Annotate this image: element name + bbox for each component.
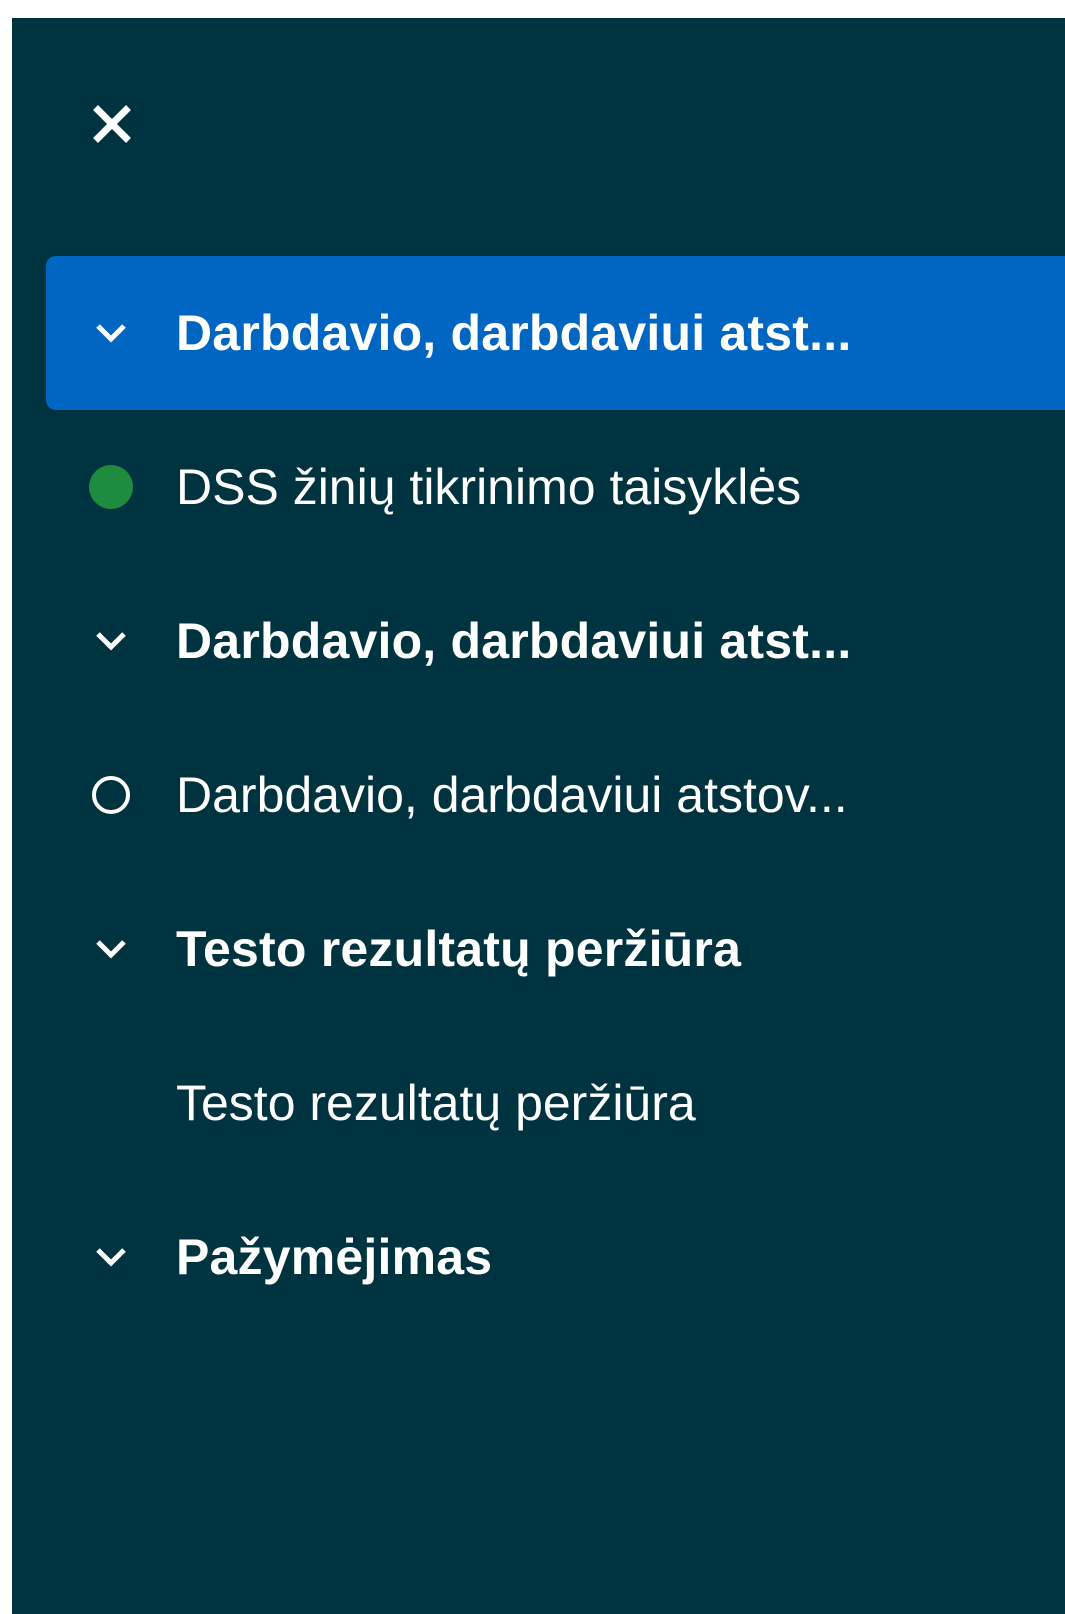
section-header-employer-2[interactable]: Darbdavio, darbdaviui atst... [12,564,1065,718]
chevron-down-icon [86,1232,136,1282]
lesson-label: Testo rezultatų peržiūra [176,1075,696,1131]
chevron-down-icon [86,308,136,358]
lesson-item-results-review[interactable]: Testo rezultatų peržiūra [12,1026,1065,1180]
lesson-label: DSS žinių tikrinimo taisyklės [176,459,802,515]
close-icon [93,105,131,143]
section-header-employer-1[interactable]: Darbdavio, darbdaviui atst... [46,256,1065,410]
navigation-panel: Darbdavio, darbdaviui atst... DSS žinių … [12,18,1065,1614]
status-complete-icon [86,462,136,512]
status-incomplete-icon [86,770,136,820]
lesson-item-employer-test[interactable]: Darbdavio, darbdaviui atstov... [12,718,1065,872]
section-label: Darbdavio, darbdaviui atst... [176,613,852,669]
section-label: Pažymėjimas [176,1229,493,1285]
section-label: Darbdavio, darbdaviui atst... [176,305,852,361]
section-header-certificate[interactable]: Pažymėjimas [12,1180,1065,1334]
lesson-label: Darbdavio, darbdaviui atstov... [176,767,848,823]
close-button[interactable] [86,98,138,150]
section-label: Testo rezultatų peržiūra [176,921,742,977]
lesson-item-dss-rules[interactable]: DSS žinių tikrinimo taisyklės [12,410,1065,564]
chevron-down-icon [86,924,136,974]
section-header-results[interactable]: Testo rezultatų peržiūra [12,872,1065,1026]
chevron-down-icon [86,616,136,666]
